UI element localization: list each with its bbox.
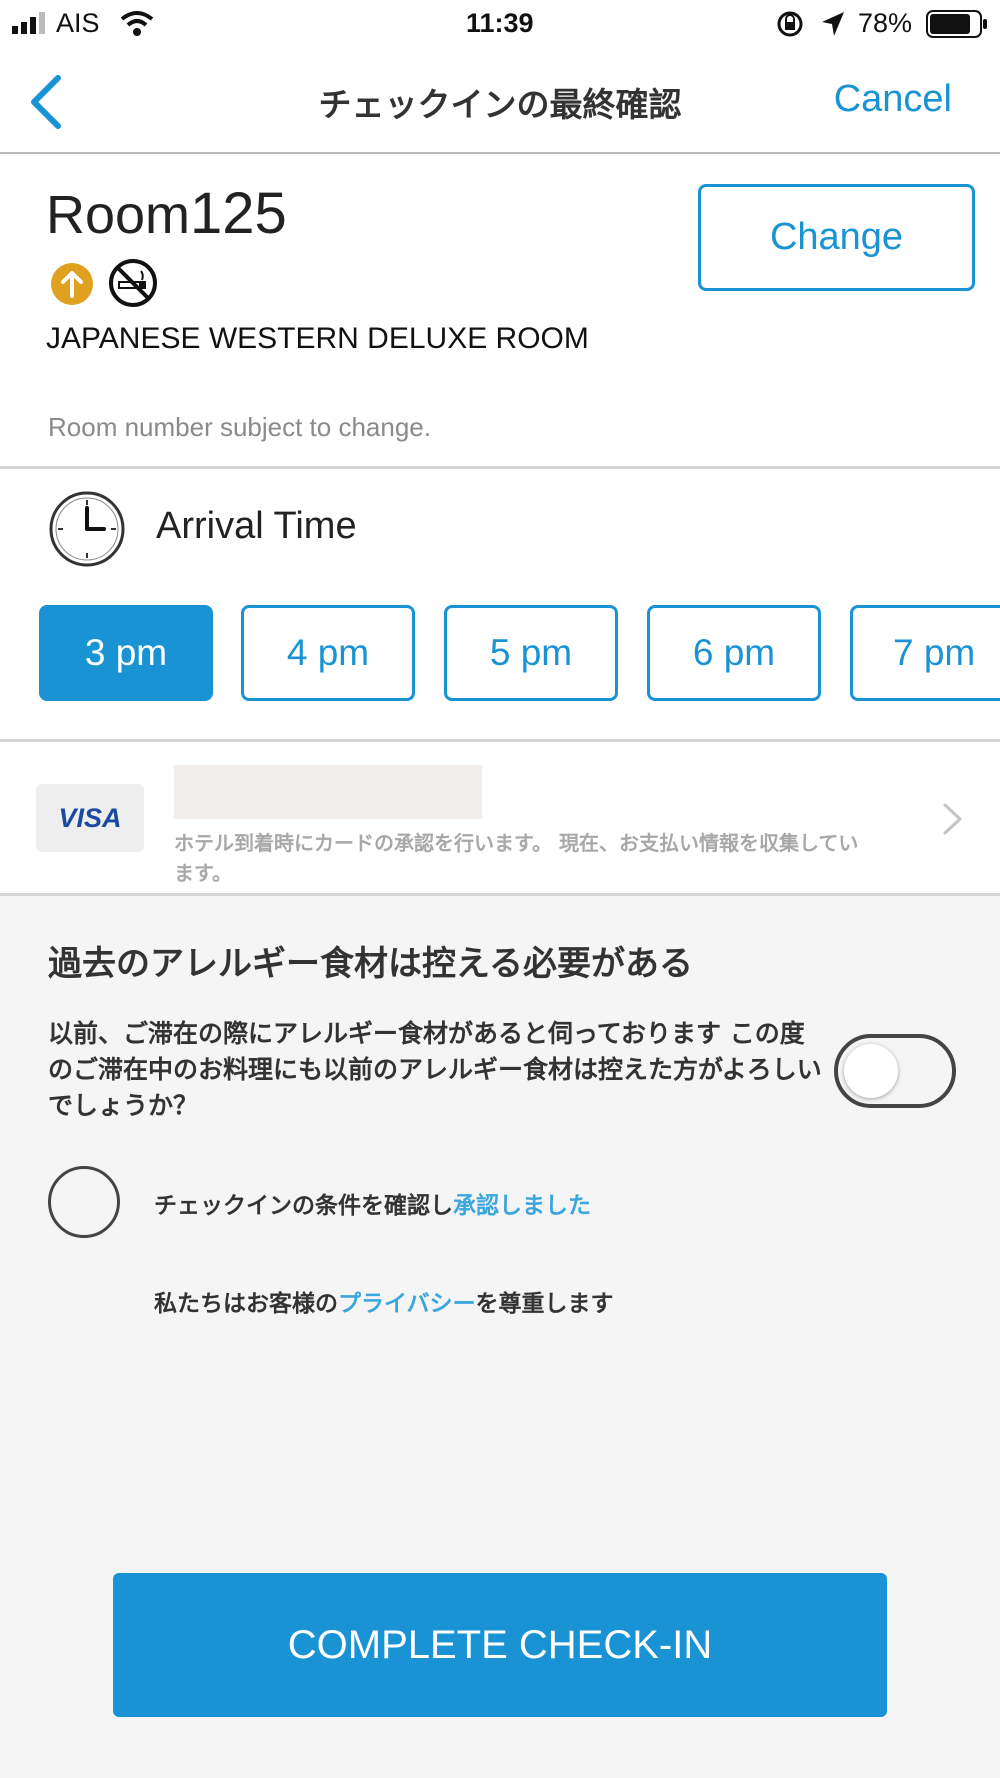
upgrade-arrow-icon: [51, 263, 93, 305]
carrier-label: AIS: [56, 8, 100, 38]
clock: 11:39: [466, 8, 534, 38]
arrival-time-5pm[interactable]: 5 pm: [444, 605, 618, 701]
allergy-question: 以前、ご滞在の際にアレルギー食材があると伺っております この度のご滞在中のお料理…: [48, 1019, 822, 1120]
status-bar: AIS 11:39 78%: [0, 0, 1000, 50]
arrival-time-7pm[interactable]: 7 pm: [850, 605, 1000, 701]
battery-percent: 78%: [858, 8, 913, 38]
clock-icon: [49, 491, 125, 567]
privacy-prefix: 私たちはお客様の: [154, 1291, 338, 1317]
room-note: Room number subject to change.: [48, 412, 431, 442]
no-smoking-icon: [109, 259, 157, 307]
arrival-time-label: Arrival Time: [156, 505, 357, 547]
privacy-text: 私たちはお客様のプライバシーを尊重します: [154, 1284, 614, 1318]
change-room-button[interactable]: Change: [698, 184, 975, 291]
orientation-lock-icon: [777, 11, 803, 37]
card-brand: VISA: [58, 802, 122, 833]
cancel-button[interactable]: Cancel: [834, 78, 952, 121]
room-title-prefix: Room: [46, 185, 191, 245]
card-number-masked: [174, 765, 482, 819]
signal-icon: [12, 12, 45, 34]
allergy-heading: 過去のアレルギー食材は控える必要がある: [48, 944, 693, 984]
arrival-time-4pm[interactable]: 4 pm: [241, 605, 415, 701]
allergy-toggle[interactable]: [834, 1034, 956, 1108]
accept-terms-text: チェックインの条件を確認し承認しました: [154, 1186, 591, 1220]
privacy-suffix: を尊重します: [475, 1291, 614, 1317]
room-type: JAPANESE WESTERN DELUXE ROOM: [46, 322, 589, 355]
battery-icon: [926, 10, 987, 38]
chevron-right-icon: [943, 803, 962, 835]
room-number: 125: [190, 181, 287, 246]
toggle-knob: [844, 1044, 898, 1098]
visa-card-logo: VISA: [36, 784, 144, 852]
nav-bar: チェックインの最終確認 Cancel: [0, 50, 1000, 154]
privacy-link[interactable]: プライバシー: [338, 1291, 476, 1317]
accept-terms-radio[interactable]: [48, 1166, 120, 1238]
payment-note: ホテル到着時にカードの承認を行います。 現在、お支払い情報を収集しています。: [174, 831, 859, 885]
room-title: Room125: [46, 180, 287, 247]
section-divider: [0, 466, 1000, 469]
complete-check-in-button[interactable]: COMPLETE CHECK-IN: [113, 1573, 887, 1717]
arrival-time-3pm[interactable]: 3 pm: [39, 605, 213, 701]
wifi-icon: [120, 11, 154, 36]
arrival-time-6pm[interactable]: 6 pm: [647, 605, 821, 701]
location-arrow-icon: [822, 12, 844, 36]
accept-terms-label: チェックインの条件を確認し: [154, 1193, 453, 1219]
accept-terms-link[interactable]: 承認しました: [453, 1193, 591, 1219]
